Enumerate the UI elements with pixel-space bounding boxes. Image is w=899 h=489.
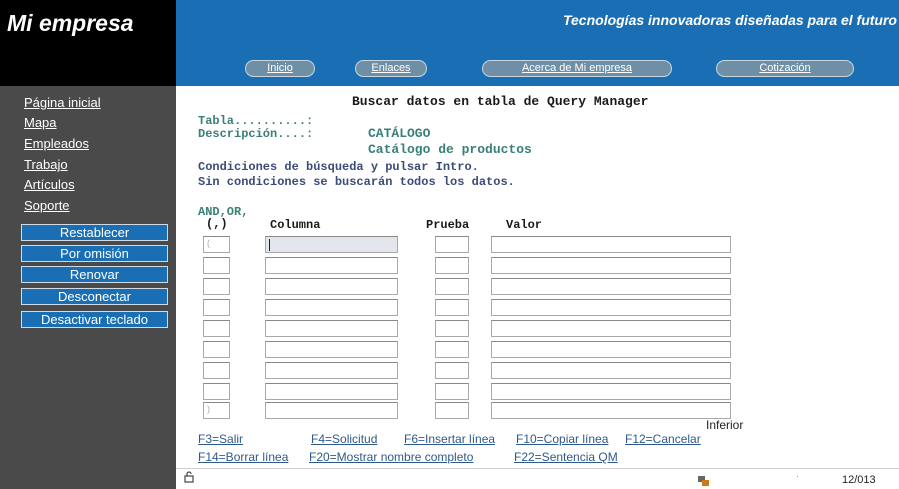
valor-field-6[interactable] [491, 341, 731, 358]
andor-field-4[interactable] [203, 299, 230, 316]
valor-field-5[interactable] [491, 320, 731, 337]
prueba-field-8[interactable] [435, 383, 469, 400]
brand-name: Mi empresa [7, 10, 134, 36]
sidebar-link-articulos[interactable]: Artículos [24, 177, 75, 192]
sidebar-link-empleados[interactable]: Empleados [24, 136, 89, 151]
f4-solicitud-link[interactable]: F4=Solicitud [311, 432, 377, 446]
por-omision-button[interactable]: Por omisión [21, 245, 168, 262]
f20-mostrar-nombre-link[interactable]: F20=Mostrar nombre completo [309, 450, 473, 464]
prueba-field-4[interactable] [435, 299, 469, 316]
nav-cotizacion[interactable]: Cotización [716, 60, 854, 77]
f3-salir-link[interactable]: F3=Salir [198, 432, 243, 446]
tabla-value: CATÁLOGO [368, 126, 431, 141]
sidebar-link-soporte[interactable]: Soporte [24, 198, 70, 213]
nav-enlaces[interactable]: Enlaces [355, 60, 427, 77]
columna-field-6[interactable] [265, 341, 398, 358]
f12-cancelar-link[interactable]: F12=Cancelar [625, 432, 701, 446]
instruction-line-2: Sin condiciones se buscarán todos los da… [198, 175, 515, 189]
andor-field-2[interactable] [203, 257, 230, 274]
prueba-field-5[interactable] [435, 320, 469, 337]
status-dot: · [796, 471, 799, 481]
lock-icon [184, 471, 194, 486]
main-screen: Buscar datos en tabla de Query Manager T… [176, 86, 899, 489]
columna-field-2[interactable] [265, 257, 398, 274]
tagline: Tecnologías innovadoras diseñadas para e… [562, 12, 897, 28]
andor-field-5[interactable] [203, 320, 230, 337]
columna-field-5[interactable] [265, 320, 398, 337]
desactivar-teclado-button[interactable]: Desactivar teclado [21, 311, 168, 328]
columna-field-8[interactable] [265, 383, 398, 400]
nav-inicio[interactable]: Inicio [245, 60, 315, 77]
andor-field-8[interactable] [203, 383, 230, 400]
nav-acerca[interactable]: Acerca de Mi empresa [482, 60, 672, 77]
andor-field-1[interactable]: ( [203, 236, 230, 253]
valor-field-8[interactable] [491, 383, 731, 400]
valor-field-2[interactable] [491, 257, 731, 274]
prueba-field-9[interactable] [435, 402, 469, 419]
prueba-field-6[interactable] [435, 341, 469, 358]
descripcion-value: Catálogo de productos [368, 142, 532, 157]
valor-field-7[interactable] [491, 362, 731, 379]
andor-field-9[interactable]: ) [203, 402, 230, 419]
cursor-position: 12/013 [842, 474, 876, 486]
system-request-icon [698, 473, 709, 486]
text-cursor [269, 239, 270, 251]
paren-header: (,) [206, 217, 228, 231]
sidebar-link-mapa[interactable]: Mapa [24, 115, 57, 130]
descripcion-label: Descripción....: [198, 127, 314, 141]
sidebar-link-trabajo[interactable]: Trabajo [24, 157, 68, 172]
columna-header: Columna [270, 218, 321, 232]
desconectar-button[interactable]: Desconectar [21, 288, 168, 305]
screen-title: Buscar datos en tabla de Query Manager [352, 94, 649, 109]
andor-field-3[interactable] [203, 278, 230, 295]
columna-field-1[interactable] [265, 236, 398, 253]
f10-copiar-linea-link[interactable]: F10=Copiar línea [516, 432, 608, 446]
columna-field-4[interactable] [265, 299, 398, 316]
prueba-field-7[interactable] [435, 362, 469, 379]
more-indicator: Inferior [706, 418, 744, 432]
f22-sentencia-qm-link[interactable]: F22=Sentencia QM [514, 450, 618, 464]
sidebar: Página inicial Mapa Empleados Trabajo Ar… [0, 86, 176, 489]
columna-field-3[interactable] [265, 278, 398, 295]
valor-field-3[interactable] [491, 278, 731, 295]
andor-field-6[interactable] [203, 341, 230, 358]
columna-field-7[interactable] [265, 362, 398, 379]
valor-header: Valor [506, 218, 543, 232]
status-bar: · 12/013 [176, 468, 899, 489]
prueba-header: Prueba [426, 218, 470, 232]
restablecer-button[interactable]: Restablecer [21, 224, 168, 241]
valor-field-1[interactable] [491, 236, 731, 253]
columna-field-9[interactable] [265, 402, 398, 419]
valor-field-9[interactable] [491, 402, 731, 419]
andor-field-7[interactable] [203, 362, 230, 379]
instruction-line-1: Condiciones de búsqueda y pulsar Intro. [198, 160, 479, 174]
f14-borrar-linea-link[interactable]: F14=Borrar línea [198, 450, 288, 464]
valor-field-4[interactable] [491, 299, 731, 316]
prueba-field-3[interactable] [435, 278, 469, 295]
prueba-field-2[interactable] [435, 257, 469, 274]
prueba-field-1[interactable] [435, 236, 469, 253]
brand-panel: Mi empresa [0, 0, 176, 86]
f6-insertar-linea-link[interactable]: F6=Insertar línea [404, 432, 495, 446]
tabla-label: Tabla..........: [198, 114, 314, 128]
sidebar-link-pagina-inicial[interactable]: Página inicial [24, 95, 101, 110]
renovar-button[interactable]: Renovar [21, 266, 168, 283]
